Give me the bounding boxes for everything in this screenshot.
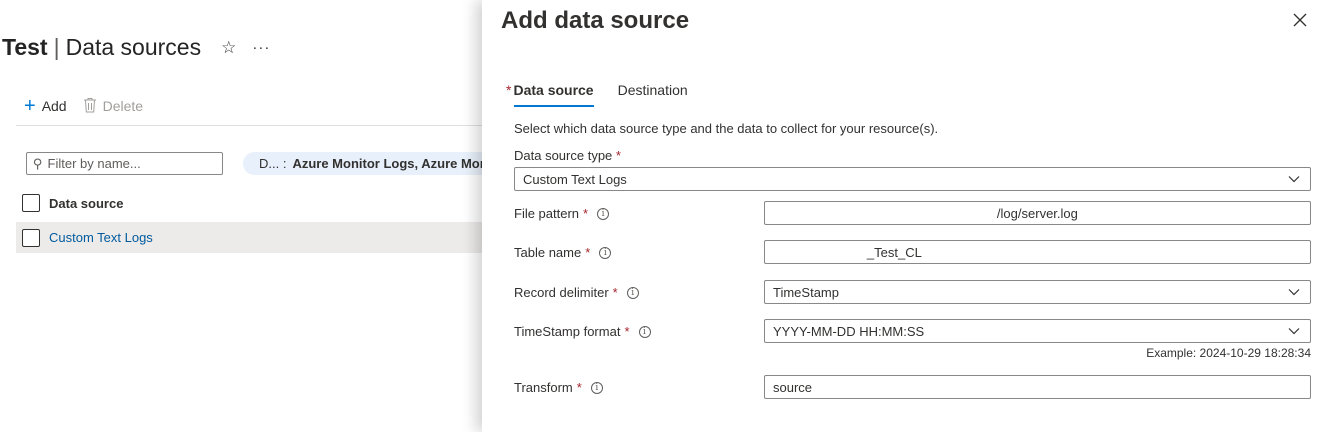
tab-data-source[interactable]: * Data source xyxy=(506,82,594,107)
delete-button[interactable]: Delete xyxy=(83,97,143,116)
destination-filter-pill[interactable]: D... : Azure Monitor Logs, Azure Mon xyxy=(243,152,482,175)
description-text: Select which data source type and the da… xyxy=(514,121,939,136)
record-delimiter-dropdown[interactable]: TimeStamp xyxy=(764,280,1311,304)
record-delimiter-label: Record delimiter * i xyxy=(514,285,639,300)
file-pattern-input[interactable]: /log/server.log xyxy=(764,201,1311,225)
add-button[interactable]: + Add xyxy=(24,96,67,116)
toolbar-divider xyxy=(16,125,482,126)
chevron-down-icon xyxy=(1288,176,1300,183)
data-source-link[interactable]: Custom Text Logs xyxy=(49,230,153,245)
trash-icon xyxy=(83,97,97,116)
table-name-input[interactable]: _Test_CL xyxy=(764,240,1311,264)
column-header-data-source[interactable]: Data source xyxy=(49,196,123,211)
search-icon: ⚲ xyxy=(33,155,43,171)
info-icon[interactable]: i xyxy=(638,325,651,338)
timestamp-format-label: TimeStamp format * i xyxy=(514,324,651,339)
data-source-type-label: Data source type * xyxy=(514,148,621,163)
filter-input[interactable]: ⚲ Filter by name... xyxy=(26,152,223,175)
chevron-down-icon xyxy=(1288,289,1300,296)
tab-destination[interactable]: Destination xyxy=(618,82,688,105)
add-data-source-blade: Add data source * Data source Destination… xyxy=(482,0,1322,432)
transform-input[interactable]: source xyxy=(764,375,1311,399)
chevron-down-icon xyxy=(1288,328,1300,335)
more-icon[interactable]: ··· xyxy=(252,39,270,56)
blade-tabs: * Data source Destination xyxy=(506,82,712,107)
select-all-checkbox[interactable] xyxy=(22,194,40,212)
table-name-label: Table name * i xyxy=(514,245,612,260)
star-icon[interactable]: ☆ xyxy=(221,38,236,58)
blade-title: Add data source xyxy=(501,7,690,34)
info-icon[interactable]: i xyxy=(626,286,639,299)
close-icon[interactable] xyxy=(1290,11,1310,31)
data-source-type-dropdown[interactable]: Custom Text Logs xyxy=(514,167,1311,191)
filter-pill-key: D... : xyxy=(259,156,287,171)
file-pattern-label: File pattern * i xyxy=(514,206,610,221)
info-icon[interactable]: i xyxy=(590,381,603,394)
toolbar: + Add Delete xyxy=(24,96,159,116)
info-icon[interactable]: i xyxy=(597,207,610,220)
timestamp-example-text: Example: 2024-10-29 18:28:34 xyxy=(1146,346,1311,360)
timestamp-format-dropdown[interactable]: YYYY-MM-DD HH:MM:SS xyxy=(764,319,1311,343)
add-label: Add xyxy=(41,98,67,114)
info-icon[interactable]: i xyxy=(599,246,612,259)
plus-icon: + xyxy=(24,95,36,117)
row-checkbox[interactable] xyxy=(22,228,40,247)
data-sources-page: Test | Data sources ☆ ··· + Add Delete ⚲ F… xyxy=(0,0,482,432)
filter-placeholder: Filter by name... xyxy=(47,156,141,171)
table-row[interactable]: Custom Text Logs xyxy=(16,222,482,253)
grid-header: Data source xyxy=(16,188,482,218)
transform-label: Transform * i xyxy=(514,380,603,395)
delete-label: Delete xyxy=(102,98,144,114)
page-header: Test | Data sources ☆ ··· xyxy=(2,34,270,61)
filter-pill-value: Azure Monitor Logs, Azure Mon xyxy=(292,156,482,171)
page-title: Test | Data sources xyxy=(2,34,202,60)
